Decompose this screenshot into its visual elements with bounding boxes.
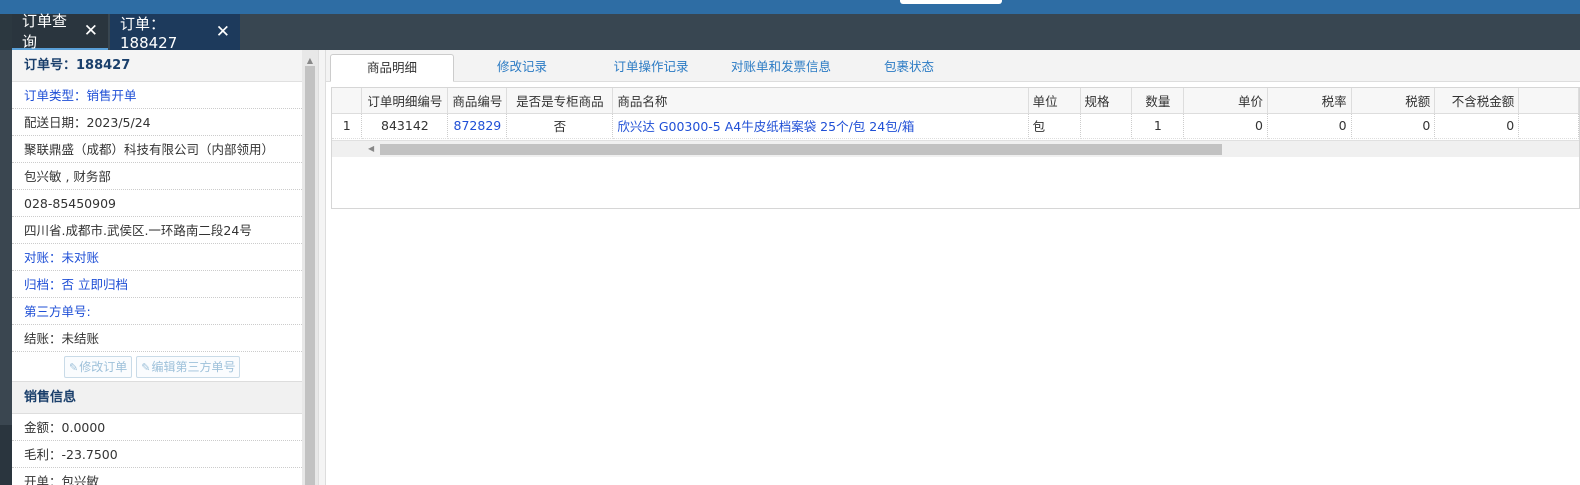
cell-quantity: 1 xyxy=(1131,113,1185,139)
contact-row: 包兴敏 , 财务部 xyxy=(12,163,302,190)
cell-product-name[interactable]: 欣兴达 G00300-5 A4牛皮纸档案袋 25个/包 24包/箱 xyxy=(612,113,1029,139)
product-table: 订单明细编号 商品编号 是否是专柜商品 商品名称 单位 规格 数量 单价 税率 … xyxy=(332,88,1579,139)
col-header-unit-price[interactable]: 单价 xyxy=(1183,88,1268,114)
sales-info-title: 销售信息 xyxy=(12,382,302,414)
order-number: 订单号：188427 xyxy=(12,50,302,82)
left-edge xyxy=(0,50,12,485)
action-buttons: ✎修改订单 ✎编辑第三方单号 xyxy=(12,352,302,382)
panel-splitter[interactable] xyxy=(318,50,326,485)
close-icon[interactable]: ✕ xyxy=(84,21,98,41)
cell-amount-excl-tax: 0 xyxy=(1434,113,1520,139)
col-header-extra xyxy=(1518,88,1579,114)
company-row: 聚联鼎盛（成都）科技有限公司（内部领用） xyxy=(12,136,302,163)
scrollbar-thumb[interactable] xyxy=(305,66,315,485)
col-header-counter-product[interactable]: 是否是专柜商品 xyxy=(506,88,614,114)
col-header-tax-amount[interactable]: 税额 xyxy=(1351,88,1436,114)
issuer-row: 开单：包兴敏 xyxy=(12,468,302,485)
col-header-product-name[interactable]: 商品名称 xyxy=(612,88,1029,114)
main-content: 商品明细 修改记录 订单操作记录 对账单和发票信息 包裹状态 订单明细编号 商品… xyxy=(326,50,1580,485)
col-header-product-no[interactable]: 商品编号 xyxy=(447,88,508,114)
top-bar xyxy=(0,0,1580,14)
table-header-row: 订单明细编号 商品编号 是否是专柜商品 商品名称 单位 规格 数量 单价 税率 … xyxy=(332,88,1579,114)
cell-spec xyxy=(1080,113,1133,139)
scroll-left-icon[interactable]: ◀ xyxy=(368,144,374,153)
grid-horizontal-scrollbar[interactable]: ◀ xyxy=(332,140,1579,157)
scrollbar-thumb[interactable] xyxy=(380,144,1222,155)
gross-profit-row: 毛利：-23.7500 xyxy=(12,441,302,468)
tab-modify-records[interactable]: 修改记录 xyxy=(462,54,582,82)
edit-icon: ✎ xyxy=(69,360,79,374)
edit-icon: ✎ xyxy=(141,360,151,374)
scroll-up-icon[interactable]: ▲ xyxy=(302,56,318,65)
edit-order-button[interactable]: ✎修改订单 xyxy=(64,355,133,378)
cell-tax-amount: 0 xyxy=(1351,113,1436,139)
col-header-index xyxy=(332,88,363,114)
tab-product-detail[interactable]: 商品明细 xyxy=(330,54,454,82)
cell-unit: 包 xyxy=(1028,113,1081,139)
phone-row: 028-85450909 xyxy=(12,190,302,217)
col-header-detail-no[interactable]: 订单明细编号 xyxy=(361,88,449,114)
settlement-row: 结账：未结账 xyxy=(12,325,302,352)
archive-row: 归档：否 立即归档 xyxy=(12,271,302,298)
tab-bar: 订单查询 ✕ 订单：188427 ✕ xyxy=(0,12,1580,52)
product-grid: 订单明细编号 商品编号 是否是专柜商品 商品名称 单位 规格 数量 单价 税率 … xyxy=(331,87,1580,209)
delivery-date-row: 配送日期：2023/5/24 xyxy=(12,109,302,136)
cell-unit-price: 0 xyxy=(1183,113,1268,139)
col-header-quantity[interactable]: 数量 xyxy=(1131,88,1185,114)
reconcile-row: 对账：未对账 xyxy=(12,244,302,271)
tab-bar-strip xyxy=(0,14,12,50)
order-info-panel: 订单号：188427 订单类型：销售开单 配送日期：2023/5/24 聚联鼎盛… xyxy=(12,50,302,485)
cell-detail-no: 843142 xyxy=(361,113,449,139)
cell-counter-product: 否 xyxy=(506,113,614,139)
col-header-amount-excl-tax[interactable]: 不含税金额 xyxy=(1434,88,1520,114)
tab-order-query[interactable]: 订单查询 ✕ xyxy=(12,12,108,51)
tab-label: 订单查询 xyxy=(22,12,68,51)
third-party-no-row: 第三方单号: xyxy=(12,298,302,325)
top-bar-box xyxy=(900,0,1002,4)
order-type-link[interactable]: 销售开单 xyxy=(87,88,137,103)
archive-now-link[interactable]: 否 立即归档 xyxy=(62,277,128,292)
cell-index: 1 xyxy=(332,113,363,139)
col-header-tax-rate[interactable]: 税率 xyxy=(1267,88,1352,114)
cell-tax-rate: 0 xyxy=(1267,113,1352,139)
table-row[interactable]: 1 843142 872829 否 欣兴达 G00300-5 A4牛皮纸档案袋 … xyxy=(332,113,1579,139)
col-header-spec[interactable]: 规格 xyxy=(1080,88,1133,114)
reconcile-status[interactable]: 未对账 xyxy=(62,250,100,265)
address-row: 四川省.成都市.武侯区.一环路南二段24号 xyxy=(12,217,302,244)
cell-extra xyxy=(1518,113,1579,139)
tab-package-status[interactable]: 包裹状态 xyxy=(852,54,966,82)
col-header-unit[interactable]: 单位 xyxy=(1028,88,1081,114)
detail-tabs: 商品明细 修改记录 订单操作记录 对账单和发票信息 包裹状态 xyxy=(326,50,1580,82)
edit-third-party-button[interactable]: ✎编辑第三方单号 xyxy=(136,355,241,378)
amount-row: 金额：0.0000 xyxy=(12,414,302,441)
close-icon[interactable]: ✕ xyxy=(216,22,230,42)
left-panel-scrollbar[interactable]: ▲ xyxy=(302,50,318,485)
tab-order-detail[interactable]: 订单：188427 ✕ xyxy=(110,14,240,52)
tab-order-operation-records[interactable]: 订单操作记录 xyxy=(590,54,712,82)
tab-statement-invoice[interactable]: 对账单和发票信息 xyxy=(716,54,846,82)
cell-product-no[interactable]: 872829 xyxy=(447,113,508,139)
order-type-row: 订单类型：销售开单 xyxy=(12,82,302,109)
tab-label: 订单：188427 xyxy=(120,14,178,52)
